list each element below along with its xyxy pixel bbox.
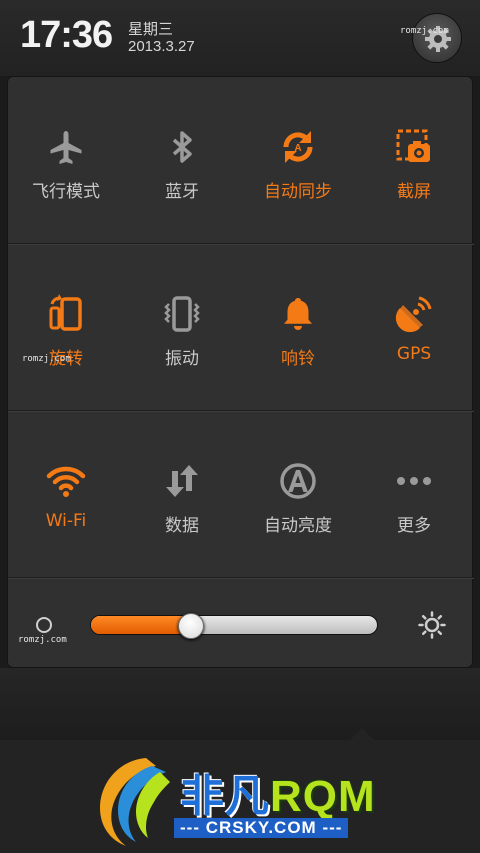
toggle-label: 响铃 <box>281 349 315 369</box>
brightness-control <box>8 577 474 669</box>
logo-title: 非凡RQM <box>180 760 376 824</box>
toggle-label: 自动亮度 <box>264 516 332 536</box>
date: 2013.3.27 <box>128 38 195 55</box>
watermark-text: romzj.com <box>18 635 67 645</box>
toggle-label: 蓝牙 <box>165 182 199 202</box>
panel-drag-handle[interactable] <box>0 668 480 740</box>
toggle-airplane-mode[interactable]: 飞行模式 <box>8 77 124 243</box>
airplane-icon <box>50 131 82 164</box>
toggle-label: 自动同步 <box>264 182 332 202</box>
toggle-label: Wi-Fi <box>45 511 87 531</box>
logo-title-cn: 非凡 <box>180 772 270 821</box>
screenshot-icon <box>396 129 430 162</box>
toggle-vibrate[interactable]: 振动 <box>124 244 240 410</box>
toggle-gps[interactable]: GPS <box>356 244 472 410</box>
sun-icon <box>418 611 446 639</box>
brightness-thumb[interactable] <box>178 613 205 639</box>
more-icon <box>397 477 431 485</box>
toggle-label: 截屏 <box>397 182 431 202</box>
dim-icon <box>36 617 52 633</box>
toggle-auto-brightness[interactable]: 自动亮度 <box>240 411 356 577</box>
toggle-rotation[interactable]: 旋转 <box>8 244 124 410</box>
toggle-label: GPS <box>396 344 432 364</box>
logo-swoosh-icon <box>100 758 170 846</box>
toggle-auto-sync[interactable]: A 自动同步 <box>240 77 356 243</box>
toggle-screenshot[interactable]: 截屏 <box>356 77 472 243</box>
tab-notch <box>350 728 374 740</box>
sync-icon: A <box>283 131 313 163</box>
toggle-label: 更多 <box>397 516 431 536</box>
toggle-label: 振动 <box>165 349 199 369</box>
logo-title-en: RQM <box>270 772 376 821</box>
data-icon <box>166 465 198 497</box>
wifi-icon <box>46 466 86 497</box>
rotate-icon <box>49 294 82 331</box>
watermark-text: romzj.com <box>22 354 71 364</box>
toggle-row-2: 旋转 振动 响铃 GPS <box>8 244 474 410</box>
vibrate-icon <box>164 296 200 332</box>
toggle-more[interactable]: 更多 <box>356 411 472 577</box>
toggle-wifi[interactable]: Wi-Fi <box>8 411 124 577</box>
site-logo: 非凡RQM --- CRSKY.COM --- <box>94 752 394 848</box>
gps-icon <box>395 296 432 333</box>
watermark-text: romzj.com <box>400 26 449 36</box>
toggle-ringer[interactable]: 响铃 <box>240 244 356 410</box>
clock: 17:36 <box>20 14 113 56</box>
toggle-row-1: 飞行模式 蓝牙 A 自动同步 截屏 <box>8 77 474 243</box>
logo-subtitle: --- CRSKY.COM --- <box>174 818 349 838</box>
quick-settings-panel: 飞行模式 蓝牙 A 自动同步 截屏 旋转 振动 响铃 GPS Wi-Fi 数据 … <box>7 76 474 669</box>
toggle-mobile-data[interactable]: 数据 <box>124 411 240 577</box>
auto-brightness-icon <box>280 463 316 499</box>
bluetooth-icon <box>172 131 192 163</box>
weekday: 星期三 <box>128 20 174 38</box>
toggle-label: 飞行模式 <box>32 182 100 202</box>
toggle-row-3: Wi-Fi 数据 自动亮度 更多 <box>8 411 474 577</box>
svg-text:A: A <box>294 143 301 154</box>
toggle-label: 数据 <box>165 516 199 536</box>
brightness-slider[interactable] <box>90 613 378 639</box>
status-bar: 17:36 星期三 2013.3.27 romzj.com <box>0 0 480 76</box>
toggle-bluetooth[interactable]: 蓝牙 <box>124 77 240 243</box>
brightness-fill <box>91 616 192 634</box>
bell-icon <box>284 298 312 330</box>
settings-button[interactable] <box>412 13 462 63</box>
